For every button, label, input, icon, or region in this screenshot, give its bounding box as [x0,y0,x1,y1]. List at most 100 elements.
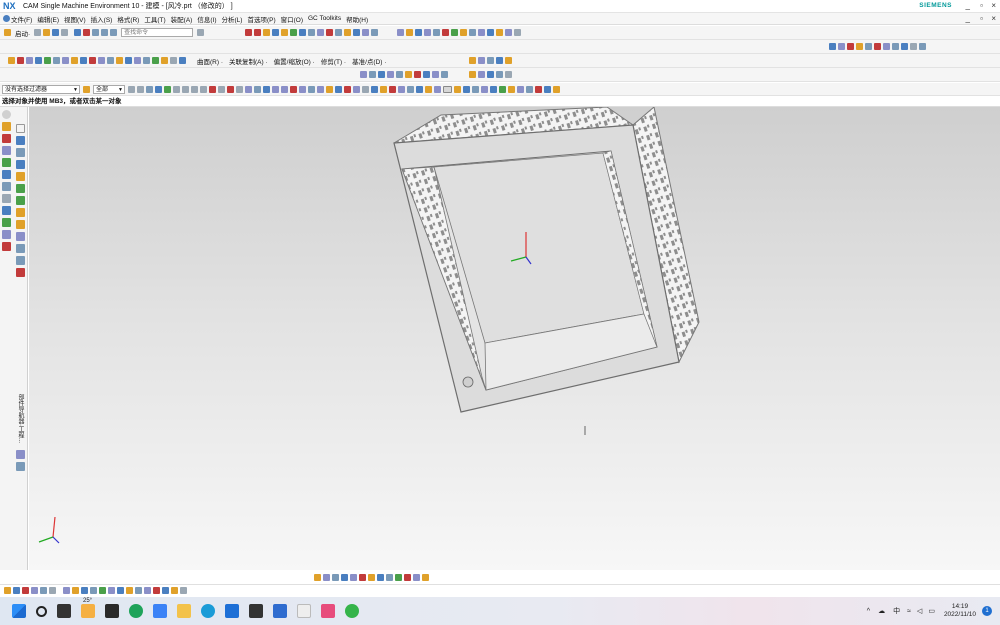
wechat-icon[interactable] [345,604,359,618]
general-select-icon[interactable] [128,85,135,93]
midpoint-icon[interactable] [182,85,189,93]
orient-view-icon[interactable] [263,85,270,93]
doc-minimize-button[interactable]: _ [966,14,970,23]
graphics-viewport[interactable] [29,106,1000,570]
menu-assembly[interactable]: 装配(A) [171,14,193,24]
bounded-grid-icon[interactable] [254,85,261,93]
bottom-view-icon[interactable] [326,85,333,93]
translucency-icon[interactable] [398,85,405,93]
command-search-input[interactable] [121,28,194,37]
remove-params-icon[interactable] [432,71,439,78]
promote-icon[interactable] [505,71,512,78]
clock[interactable]: 14:19 2022/11/10 [944,603,976,619]
store-icon[interactable] [153,604,167,618]
zoom-icon[interactable] [415,29,423,36]
top-view-icon[interactable] [281,85,288,93]
chamfer-icon[interactable] [335,29,343,36]
patch-icon[interactable] [80,57,87,64]
start-icon[interactable] [4,29,11,36]
link-icon[interactable] [478,71,485,78]
visual-icon[interactable] [434,85,441,93]
view-cube-icon[interactable] [397,29,405,36]
open-icon[interactable] [43,29,51,36]
quick-access-7-icon[interactable] [63,587,70,594]
chart-icon[interactable] [499,85,506,93]
move-face-icon[interactable] [478,57,486,64]
invert-icon[interactable] [413,573,420,581]
display-icon[interactable] [514,29,522,36]
studio-surface-icon[interactable] [44,57,51,64]
point-on-curve-icon[interactable] [236,85,243,93]
chevron-up-icon[interactable]: ^ [867,608,870,615]
trimetric-view-icon[interactable] [308,85,315,93]
new-icon[interactable] [34,29,42,36]
edit-feature-icon[interactable] [369,71,376,78]
assoc-copy-menu[interactable]: 关联复制(A) · [229,56,268,66]
menu-file[interactable]: 文件(F) [11,14,32,24]
offset-scale-menu[interactable]: 偏置/缩放(O) · [274,56,315,66]
search-icon[interactable] [197,29,205,36]
face-blend-icon[interactable] [53,57,60,64]
layer-icon[interactable] [478,29,486,36]
cable-icon[interactable] [16,196,25,205]
pocket-icon[interactable] [143,57,150,64]
filter-icon[interactable] [83,85,90,93]
extract-icon[interactable] [487,71,494,78]
table-icon[interactable] [490,85,497,93]
output-icon[interactable] [535,85,542,93]
n-sided-icon[interactable] [26,57,33,64]
arc-center-icon[interactable] [209,85,216,93]
select-box-icon[interactable] [137,85,144,93]
mesh-icon[interactable] [16,462,25,471]
snapshot-icon[interactable] [508,85,515,93]
expression-icon[interactable] [414,71,421,78]
menu-edit[interactable]: 编辑(E) [37,14,59,24]
model-view[interactable] [29,106,1000,570]
ungroup-icon[interactable] [359,573,366,581]
wireframe-icon[interactable] [451,29,459,36]
quick-access-19-icon[interactable] [171,587,178,594]
nx-app-icon[interactable] [3,15,10,22]
menu-insert[interactable]: 插入(S) [91,14,113,24]
sweep-icon[interactable] [8,57,15,64]
blend-icon[interactable] [344,29,352,36]
color-icon[interactable] [389,85,396,93]
doc-close-button[interactable]: × [991,14,996,23]
hide-icon[interactable] [386,573,393,581]
pull-face-icon[interactable] [487,57,495,64]
suppress-icon[interactable] [378,71,385,78]
boolean-icon[interactable] [308,29,316,36]
ruled-icon[interactable] [35,57,42,64]
windows-start-icon[interactable] [12,604,26,618]
pan-icon[interactable] [433,29,441,36]
flip-icon[interactable] [323,573,330,581]
intersect-icon[interactable] [874,43,881,50]
search-icon[interactable] [36,605,47,617]
process-studio-icon[interactable] [2,206,11,215]
quick-access-5-icon[interactable] [40,587,47,594]
pattern-icon[interactable] [317,29,325,36]
shell-icon[interactable] [326,29,334,36]
web-browser-icon[interactable] [2,182,11,191]
cloud-icon[interactable]: ☁ [878,607,885,615]
group-icon[interactable] [350,573,357,581]
part-navigator-icon[interactable] [2,122,11,131]
iso-view-icon[interactable] [299,85,306,93]
replace-face-icon[interactable] [505,57,513,64]
left-view-icon[interactable] [335,85,342,93]
parameters-icon[interactable] [405,71,412,78]
pmi-icon[interactable] [463,85,470,93]
quick-access-8-icon[interactable] [72,587,79,594]
section-icon[interactable] [460,29,468,36]
existing-point-icon[interactable] [227,85,234,93]
pad-icon[interactable] [152,57,159,64]
system-scene-icon[interactable] [2,230,11,239]
wcs-icon[interactable] [407,85,414,93]
reorder-icon[interactable] [387,71,394,78]
quick-access-13-icon[interactable] [117,587,124,594]
synchronous-icon[interactable] [469,57,477,64]
wave-icon[interactable] [469,71,476,78]
menu-tools[interactable]: 工具(T) [144,14,165,24]
quick-access-20-icon[interactable] [180,587,187,594]
copy-icon[interactable] [101,29,109,36]
